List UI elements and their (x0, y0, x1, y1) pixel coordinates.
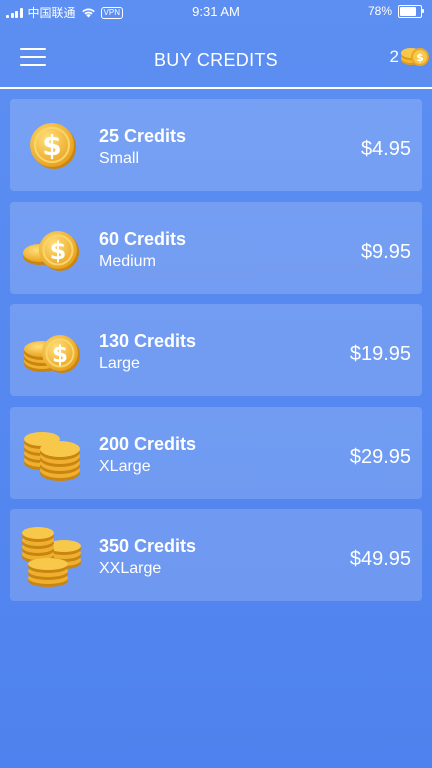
package-size: Small (99, 150, 140, 167)
product-card-130-credits[interactable]: $ 130 Credits Large $19.95 (10, 304, 422, 396)
coin-stack-small-icon: $ (24, 335, 80, 373)
coin-pile-icon (22, 527, 81, 587)
price-label: $19.95 (349, 343, 411, 365)
credits-amount: 130 Credits (99, 331, 197, 351)
svg-text:$: $ (42, 129, 61, 162)
battery-percent: 78% (367, 4, 392, 18)
product-card-25-credits[interactable]: $ 25 Credits Small $4.95 (10, 99, 422, 191)
status-bar: 中国联通 VPN 9:31 AM 78% (0, 0, 432, 22)
package-size: Large (99, 355, 140, 372)
nav-divider (0, 87, 432, 89)
single-coin-icon: $ (30, 123, 76, 169)
status-right: 78% (367, 4, 424, 18)
price-label: $9.95 (360, 240, 411, 263)
product-list: $ 25 Credits Small $4.95 $ 60 Credits Me… (10, 99, 422, 612)
svg-text:$: $ (50, 237, 67, 265)
product-card-200-credits[interactable]: 200 Credits XLarge $29.95 (10, 406, 422, 499)
credits-amount: 350 Credits (99, 536, 197, 556)
price-label: $29.95 (349, 445, 411, 468)
battery-level-fill (400, 6, 416, 16)
package-size: Medium (99, 252, 156, 270)
svg-text:$: $ (416, 51, 424, 64)
coin-stack-icon: $ (401, 48, 429, 66)
price-label: $49.95 (349, 548, 411, 570)
two-coins-icon: $ (23, 230, 79, 271)
product-card-350-credits[interactable]: 350 Credits XXLarge $49.95 (10, 509, 422, 601)
credits-amount: 200 Credits (99, 433, 197, 454)
nav-bar: BUY CREDITS 2 $ (0, 22, 432, 88)
credits-amount: 60 Credits (99, 228, 187, 249)
svg-text:$: $ (52, 342, 68, 368)
coin-stacks-icon (24, 431, 80, 481)
page-title: BUY CREDITS (154, 50, 278, 70)
package-size: XLarge (99, 457, 151, 475)
product-card-60-credits[interactable]: $ 60 Credits Medium $9.95 (10, 201, 422, 294)
battery-icon (398, 4, 424, 18)
credits-amount: 25 Credits (99, 126, 187, 146)
package-size: XXLarge (99, 560, 162, 577)
price-label: $4.95 (360, 138, 411, 160)
credit-count: 2 (389, 47, 399, 66)
credit-balance[interactable]: 2 $ (390, 46, 430, 68)
